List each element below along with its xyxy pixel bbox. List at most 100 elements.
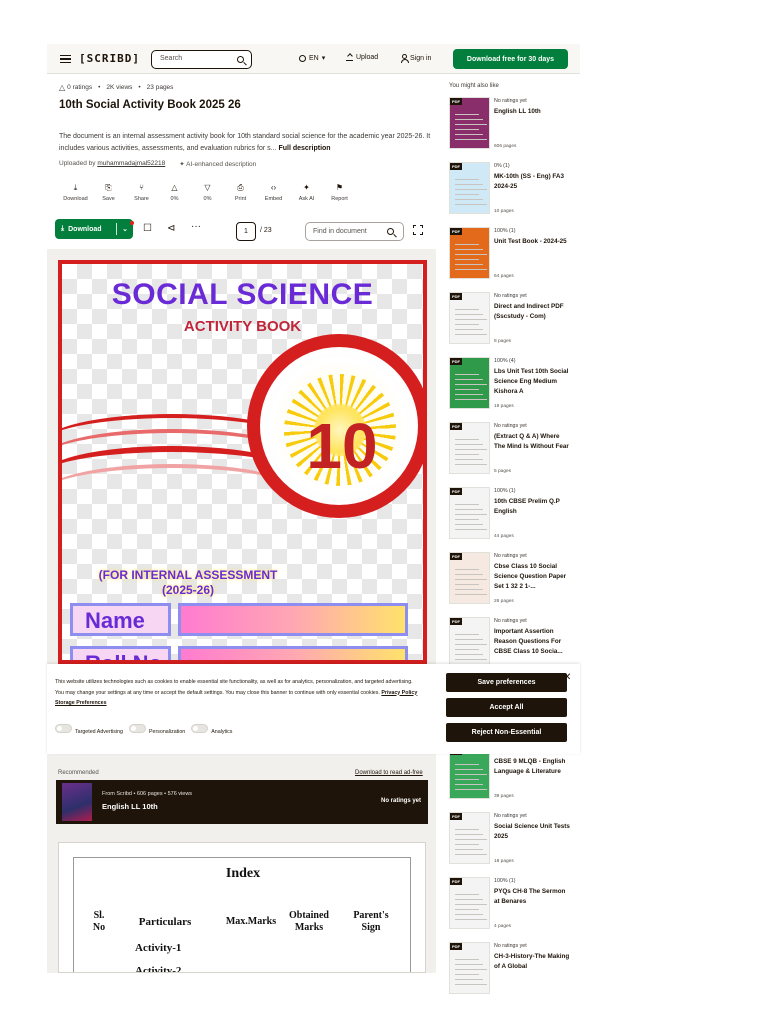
sidebar-item-title[interactable]: PYQs CH-8 The Sermon at Benares xyxy=(494,887,572,907)
language-selector[interactable]: EN ▾ xyxy=(299,54,325,62)
toggle-switch[interactable] xyxy=(129,724,146,733)
sidebar-item-title[interactable]: Important Assertion Reason Questions For… xyxy=(494,627,572,657)
sidebar-item-title[interactable]: 10th CBSE Prelim Q.P English xyxy=(494,497,572,517)
toggle-targeted-advertising[interactable]: Targeted Advertising xyxy=(55,724,123,735)
sidebar-item[interactable]: PDF No ratings yet English LL 10th 606 page… xyxy=(449,97,574,159)
thumbnail-line xyxy=(455,834,483,836)
toggle-analytics[interactable]: Analytics xyxy=(191,724,232,735)
find-in-document-input[interactable]: Find in document xyxy=(305,222,404,241)
sidebar-thumbnail[interactable]: PDF xyxy=(449,97,490,149)
accept-all-button[interactable]: Accept All xyxy=(446,698,567,717)
sidebar-item[interactable]: PDF 0% (1) MK-10th (SS - Eng) FA3 2024-25 1… xyxy=(449,162,574,224)
save-preferences-button[interactable]: Save preferences xyxy=(446,673,567,692)
thumbnail-line xyxy=(455,894,479,896)
download-action-label: Download xyxy=(63,196,88,202)
chevron-down-icon[interactable]: ⌄ xyxy=(117,225,133,233)
sidebar-item-pages: 39 pages xyxy=(494,794,514,799)
sidebar-item[interactable]: PDFCBSE 9 MLQB - English Language & Lite… xyxy=(449,747,574,809)
upload-link[interactable]: Upload xyxy=(346,54,378,61)
thumbnail-line xyxy=(455,269,487,271)
search-icon[interactable] xyxy=(237,56,244,63)
reject-non-essential-button[interactable]: Reject Non-Essential xyxy=(446,723,567,742)
sidebar-thumbnail[interactable]: PDF xyxy=(449,422,490,474)
sidebar-thumbnail[interactable]: PDF xyxy=(449,942,490,994)
sidebar-item[interactable]: PDF 100% (1) 10th CBSE Prelim Q.P English 4… xyxy=(449,487,574,549)
ai-description-note: ✦ AI-enhanced description xyxy=(179,160,256,168)
sign-in-link[interactable]: Sign in xyxy=(400,54,431,63)
thumbnail-line xyxy=(455,179,479,181)
sidebar-item-title[interactable]: CH-3-History-The Making of A Global xyxy=(494,952,572,972)
download-split-button[interactable]: ⤓ Download ⌄ xyxy=(55,219,133,239)
sidebar-item-title[interactable]: MK-10th (SS - Eng) FA3 2024-25 xyxy=(494,172,572,192)
download-action[interactable]: ⤓ Download xyxy=(59,183,92,202)
sidebar-item-pages: 5 pages xyxy=(494,469,512,474)
sidebar-item-title[interactable]: Lbs Unit Test 10th Social Science Eng Me… xyxy=(494,367,572,397)
search-input[interactable]: Search xyxy=(151,50,252,69)
ask-ai-action[interactable]: ✦ Ask AI xyxy=(290,183,323,202)
download-free-trial-button[interactable]: Download free for 30 days xyxy=(453,49,568,69)
upvote-action[interactable]: △ 0% xyxy=(158,183,191,202)
sidebar-item-title[interactable]: Direct and Indirect PDF (Sscstudy - Com) xyxy=(494,302,572,322)
recommended-card[interactable]: From Scribd • 606 pages • 576 views Engl… xyxy=(56,780,428,824)
sidebar-thumbnail[interactable]: PDF xyxy=(449,552,490,604)
fullscreen-icon[interactable] xyxy=(413,225,423,235)
sidebar-item-title[interactable]: Cbse Class 10 Social Science Question Pa… xyxy=(494,562,572,592)
scribd-logo[interactable]: [SCRIBD] xyxy=(79,52,140,65)
sidebar-item[interactable]: PDF No ratings yet Direct and Indirect PDF… xyxy=(449,292,574,354)
embed-action[interactable]: ‹› Embed xyxy=(257,183,290,202)
uploader-link[interactable]: muhammadajmal52218 xyxy=(97,160,165,167)
print-action[interactable]: ⎙ Print xyxy=(224,183,257,202)
storage-preferences-link[interactable]: Storage Preferences xyxy=(55,700,107,706)
sidebar-item-title[interactable]: Unit Test Book - 2024-25 xyxy=(494,237,572,247)
close-icon[interactable]: ✕ xyxy=(563,672,571,683)
share-icon: ⑂ xyxy=(139,183,144,192)
sparkle-icon: ✦ xyxy=(303,183,310,192)
sidebar-thumbnail[interactable]: PDF xyxy=(449,617,490,669)
save-action[interactable]: ⎘ Save xyxy=(92,183,125,202)
doc-meta: △ 0 ratings • 2K views • 23 pages xyxy=(59,83,173,92)
sidebar-thumbnail[interactable]: PDF xyxy=(449,227,490,279)
sidebar-item-title[interactable]: (Extract Q & A) Where The Mind Is Withou… xyxy=(494,432,572,452)
sidebar-thumbnail[interactable]: PDF xyxy=(449,747,490,799)
sidebar-item[interactable]: PDF 100% (1) PYQs CH-8 The Sermon at Benar… xyxy=(449,877,574,939)
sidebar-item[interactable]: PDF No ratings yet Cbse Class 10 Social Sc… xyxy=(449,552,574,614)
share-icon[interactable]: ⊲ xyxy=(167,224,175,234)
sidebar-item[interactable]: PDF 100% (4) Lbs Unit Test 10th Social Sci… xyxy=(449,357,574,419)
thumbnail-line xyxy=(455,984,487,986)
toggle-switch[interactable] xyxy=(191,724,209,733)
toggle-switch[interactable] xyxy=(55,724,72,733)
action-bar: ⤓ Download ⎘ Save ⑂ Share △ 0% ▽ 0% ⎙ Print ‹›… xyxy=(59,183,356,202)
thumbnail-line xyxy=(455,204,487,206)
download-main[interactable]: ⤓ Download xyxy=(55,225,116,233)
sidebar-thumbnail[interactable]: PDF xyxy=(449,487,490,539)
thumbnail-line xyxy=(455,374,479,376)
sidebar-item-title[interactable]: Social Science Unit Tests 2025 xyxy=(494,822,572,842)
full-description-link[interactable]: Full description xyxy=(278,145,330,152)
sidebar-item-title[interactable]: English LL 10th xyxy=(494,107,572,117)
report-action[interactable]: ⚑ Report xyxy=(323,183,356,202)
sidebar-item[interactable]: PDF No ratings yet (Extract Q & A) Where T… xyxy=(449,422,574,484)
thumbnail-line xyxy=(455,774,487,776)
more-options-icon[interactable]: ··· xyxy=(191,222,201,232)
sidebar-thumbnail[interactable]: PDF xyxy=(449,357,490,409)
search-icon[interactable] xyxy=(387,228,394,235)
share-action[interactable]: ⑂ Share xyxy=(125,183,158,202)
page-number-input[interactable]: 1 xyxy=(236,222,256,241)
thumbnail-line xyxy=(455,579,487,581)
download-icon: ⤓ xyxy=(61,225,65,232)
sidebar-thumbnail[interactable]: PDF xyxy=(449,812,490,864)
sidebar-item[interactable]: PDF No ratings yet Social Science Unit Tes… xyxy=(449,812,574,874)
sidebar-item[interactable]: PDF 100% (1) Unit Test Book - 2024-25 64 pa… xyxy=(449,227,574,289)
privacy-policy-link[interactable]: Privacy Policy xyxy=(381,690,417,696)
downvote-action[interactable]: ▽ 0% xyxy=(191,183,224,202)
toggle-personalization[interactable]: Personalization xyxy=(129,724,185,735)
ad-free-link[interactable]: Download to read ad-free xyxy=(355,770,423,776)
menu-icon[interactable] xyxy=(60,55,71,63)
sidebar-item[interactable]: PDF No ratings yet CH-3-History-The Making… xyxy=(449,942,574,1004)
sidebar-thumbnail[interactable]: PDF xyxy=(449,292,490,344)
uploaded-by-label: Uploaded by xyxy=(59,160,96,167)
sidebar-thumbnail[interactable]: PDF xyxy=(449,877,490,929)
sidebar-item-title[interactable]: CBSE 9 MLQB - English Language & Literat… xyxy=(494,757,572,777)
bookmark-icon[interactable]: ☐ xyxy=(143,224,152,234)
sidebar-thumbnail[interactable]: PDF xyxy=(449,162,490,214)
